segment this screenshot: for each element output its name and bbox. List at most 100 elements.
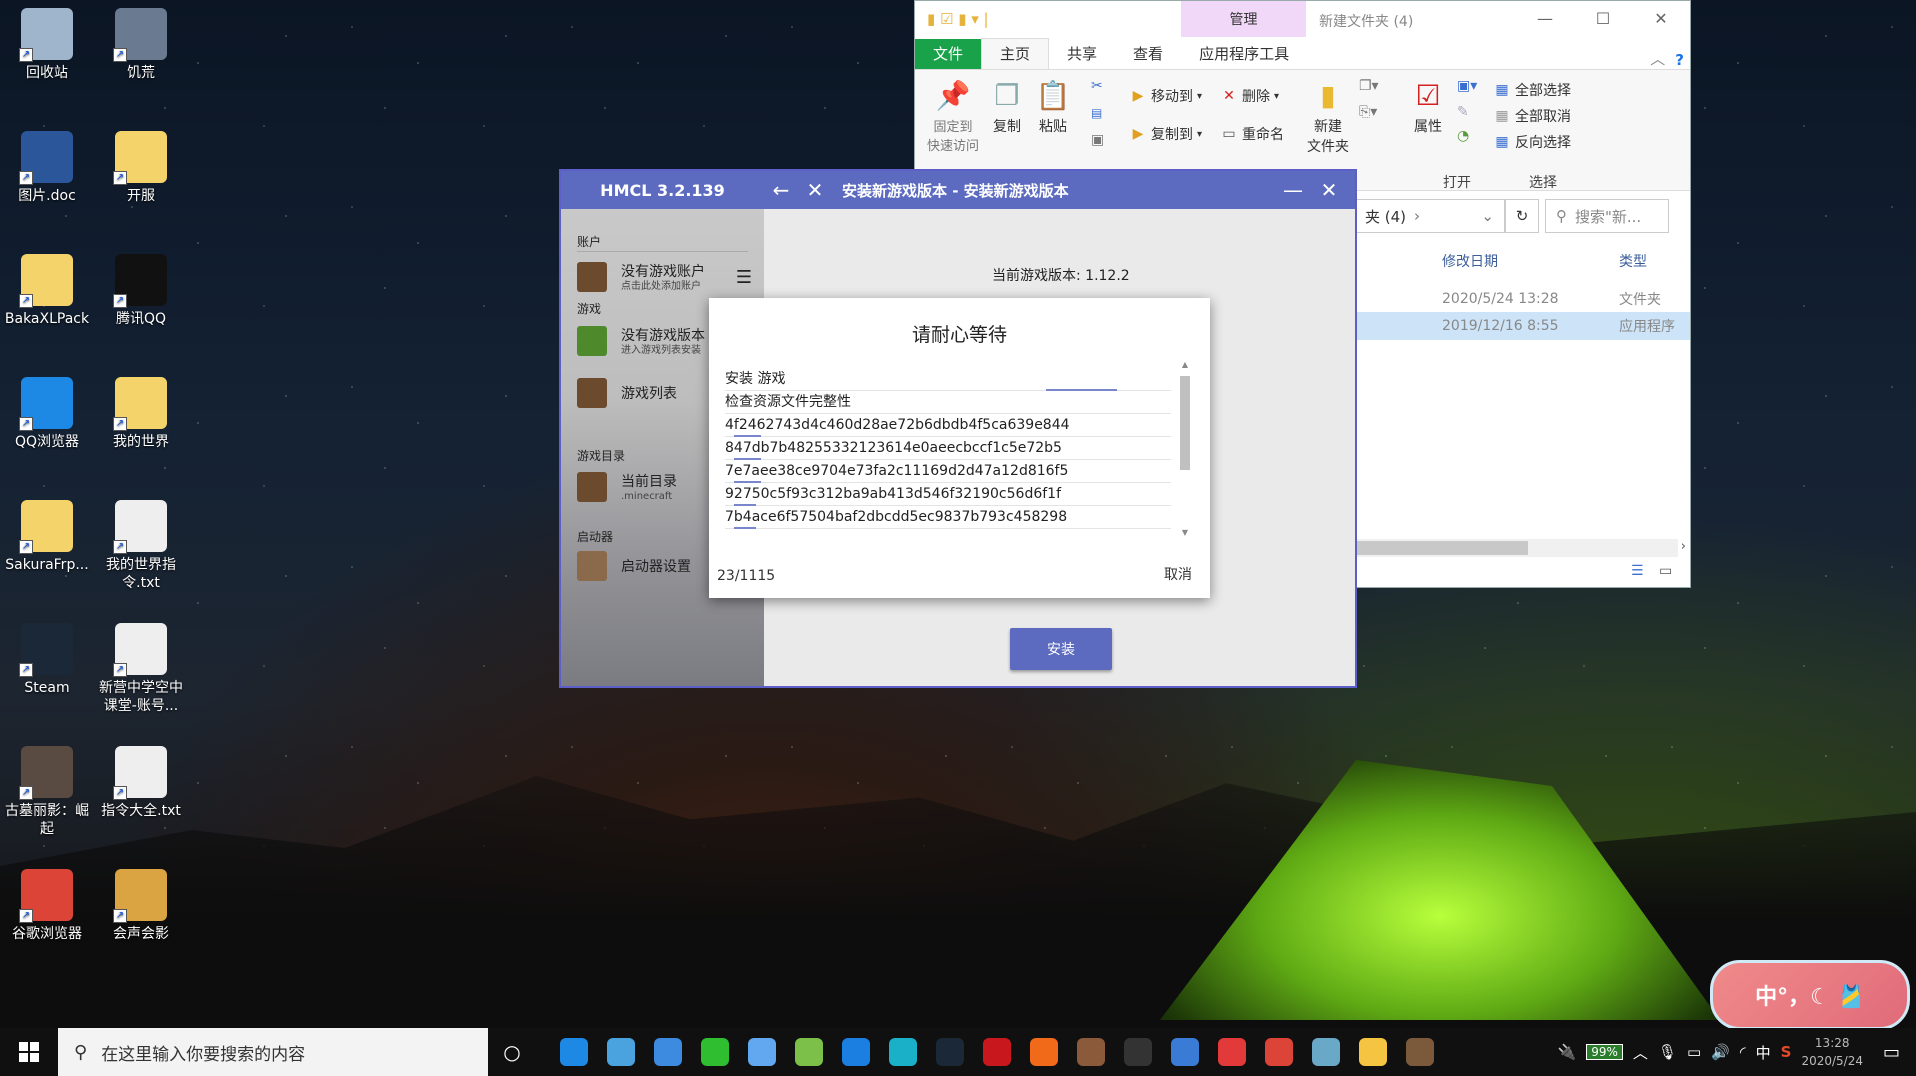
taskbar-app-kugou[interactable] bbox=[832, 1028, 879, 1076]
new-folder-button[interactable]: ▮ 新建 文件夹 bbox=[1303, 76, 1353, 156]
install-button[interactable]: 安装 bbox=[1010, 628, 1112, 670]
desktop-icon[interactable]: ↗ 谷歌浏览器 bbox=[0, 869, 94, 943]
tab-home[interactable]: 主页 bbox=[981, 38, 1050, 69]
task-list-scrollbar[interactable]: ▲ ▼ bbox=[1179, 360, 1191, 540]
taskbar-app-qq-browser[interactable] bbox=[550, 1028, 597, 1076]
cut-icon[interactable]: ✂ bbox=[1091, 78, 1103, 94]
close-button[interactable]: ✕ bbox=[1632, 1, 1690, 37]
move-to-button[interactable]: ▶ 移动到 ▾ bbox=[1129, 86, 1202, 106]
sidebar-item-game-list[interactable]: 游戏列表 bbox=[577, 378, 677, 408]
copy-button[interactable]: ❐ 复制 bbox=[987, 76, 1027, 136]
tab-file[interactable]: 文件 bbox=[915, 39, 982, 69]
plug-icon[interactable]: 🔌 bbox=[1558, 1043, 1577, 1061]
tab-share[interactable]: 共享 bbox=[1049, 39, 1115, 69]
new-item-icon[interactable]: ❐▾ bbox=[1359, 78, 1379, 94]
taskbar-app-disk[interactable] bbox=[1302, 1028, 1349, 1076]
desktop-icon[interactable]: ↗ 饥荒 bbox=[94, 8, 188, 82]
select-all-button[interactable]: ▦ 全部选择 bbox=[1493, 80, 1571, 100]
desktop-icon[interactable]: ↗ BakaXLPack bbox=[0, 254, 94, 328]
scroll-up-icon[interactable]: ▲ bbox=[1179, 360, 1191, 372]
delete-button[interactable]: ✕ 删除 ▾ bbox=[1220, 86, 1279, 106]
maximize-button[interactable]: ☐ bbox=[1574, 1, 1632, 37]
paste-button[interactable]: 📋 粘贴 bbox=[1033, 76, 1073, 136]
pin-quick-access-button[interactable]: 📌 固定到 快速访问 bbox=[923, 76, 983, 154]
select-none-button[interactable]: ▦ 全部取消 bbox=[1493, 106, 1571, 126]
back-arrow-icon[interactable]: ← bbox=[764, 178, 798, 202]
edit-icon[interactable]: ✎ bbox=[1457, 104, 1469, 120]
scrollbar-thumb[interactable] bbox=[1355, 541, 1528, 555]
notification-icon[interactable]: ▭ bbox=[1883, 1042, 1900, 1063]
desktop-icon[interactable]: ↗ SakuraFrp... bbox=[0, 500, 94, 574]
address-bar[interactable]: 夹 (4) › ⌄ bbox=[1355, 199, 1505, 233]
scroll-right-icon[interactable]: › bbox=[1681, 539, 1686, 554]
collapse-ribbon-icon[interactable]: ︿ bbox=[1650, 48, 1675, 69]
taskbar-app-steam[interactable] bbox=[926, 1028, 973, 1076]
thumbnail-view-icon[interactable]: ▭ bbox=[1659, 563, 1672, 579]
chevron-down-icon[interactable]: ⌄ bbox=[1481, 207, 1494, 225]
desktop-icon[interactable]: ↗ 腾讯QQ bbox=[94, 254, 188, 328]
ime-status-widget[interactable]: 中°，☾ 🎽 bbox=[1710, 960, 1910, 1030]
invert-selection-button[interactable]: ▦ 反向选择 bbox=[1493, 132, 1571, 152]
file-row[interactable]: 2020/5/24 13:28 文件夹 bbox=[1355, 285, 1690, 313]
taskbar-app-flash[interactable] bbox=[973, 1028, 1020, 1076]
taskbar-app-edge-like[interactable] bbox=[879, 1028, 926, 1076]
tab-app-tools[interactable]: 应用程序工具 bbox=[1181, 39, 1307, 69]
column-modified[interactable]: 修改日期 bbox=[1442, 251, 1498, 271]
history-icon[interactable]: ◔ bbox=[1457, 128, 1469, 144]
column-type[interactable]: 类型 bbox=[1619, 251, 1647, 271]
desktop-icon[interactable]: ↗ 开服 bbox=[94, 131, 188, 205]
minimize-button[interactable]: — bbox=[1275, 171, 1311, 209]
taskbar-app-chat[interactable] bbox=[597, 1028, 644, 1076]
details-view-icon[interactable]: ☰ bbox=[1631, 563, 1644, 579]
tab-view[interactable]: 查看 bbox=[1115, 39, 1181, 69]
battery-indicator[interactable]: 99% bbox=[1586, 1044, 1623, 1060]
sidebar-item-launcher-settings[interactable]: 启动器设置 bbox=[577, 551, 691, 581]
microphone-icon[interactable]: 🎙 bbox=[1658, 1043, 1677, 1061]
taskbar-app-minecraft[interactable] bbox=[1396, 1028, 1443, 1076]
taskbar-app-game-controller[interactable] bbox=[785, 1028, 832, 1076]
minimize-button[interactable]: — bbox=[1516, 1, 1574, 37]
sogou-icon[interactable]: S bbox=[1781, 1043, 1792, 1061]
paste-shortcut-icon[interactable]: ▣ bbox=[1091, 132, 1104, 148]
sidebar-item-account[interactable]: 没有游戏账户 点击此处添加账户 ☰ bbox=[577, 261, 752, 293]
taskbar-app-recorder[interactable] bbox=[1114, 1028, 1161, 1076]
account-list-icon[interactable]: ☰ bbox=[736, 267, 752, 288]
properties-button[interactable]: ☑ 属性 bbox=[1407, 76, 1449, 136]
open-icon[interactable]: ▣▾ bbox=[1457, 78, 1477, 94]
desktop-icon[interactable]: ↗ 会声会影 bbox=[94, 869, 188, 943]
taskbar-app-iqiyi[interactable] bbox=[691, 1028, 738, 1076]
cancel-button[interactable]: 取消 bbox=[1164, 564, 1192, 584]
taskbar-app-file-explorer[interactable] bbox=[1349, 1028, 1396, 1076]
desktop-icon[interactable]: ↗ QQ浏览器 bbox=[0, 377, 94, 451]
wifi-icon[interactable]: ◜ bbox=[1740, 1043, 1746, 1061]
clock[interactable]: 13:28 2020/5/24 bbox=[1801, 1034, 1863, 1070]
desktop-icon[interactable]: ↗ 回收站 bbox=[0, 8, 94, 82]
sidebar-item-current-dir[interactable]: 当前目录 .minecraft bbox=[577, 471, 677, 503]
scrollbar-thumb[interactable] bbox=[1180, 376, 1190, 470]
easy-access-icon[interactable]: ⎘▾ bbox=[1359, 104, 1377, 120]
taskbar-app-feather[interactable] bbox=[644, 1028, 691, 1076]
taskbar-search-box[interactable]: ⚲ 在这里输入你要搜索的内容 bbox=[58, 1028, 488, 1076]
ime-language-indicator[interactable]: 中 bbox=[1756, 1042, 1771, 1063]
close-page-icon[interactable]: ✕ bbox=[798, 178, 832, 202]
file-row[interactable]: 2019/12/16 8:55 应用程序 bbox=[1355, 312, 1690, 340]
taskbar-app-game-char[interactable] bbox=[1067, 1028, 1114, 1076]
refresh-button[interactable]: ↻ bbox=[1505, 199, 1539, 233]
horizontal-scrollbar[interactable] bbox=[1355, 539, 1678, 557]
desktop-icon[interactable]: ↗ Steam bbox=[0, 623, 94, 697]
rename-button[interactable]: ▭ 重命名 bbox=[1220, 124, 1284, 144]
taskbar-app-firefox[interactable] bbox=[1020, 1028, 1067, 1076]
start-button[interactable] bbox=[0, 1028, 58, 1076]
battery-icon[interactable]: ▭ bbox=[1687, 1043, 1701, 1061]
cortana-icon[interactable]: ○ bbox=[488, 1040, 536, 1064]
sidebar-item-version[interactable]: 没有游戏版本 进入游戏列表安装 bbox=[577, 325, 705, 357]
close-button[interactable]: ✕ bbox=[1311, 171, 1347, 209]
desktop-icon[interactable]: ↗ 古墓丽影：崛起 bbox=[0, 746, 94, 838]
desktop-icon[interactable]: ↗ 图片.doc bbox=[0, 131, 94, 205]
taskbar-app-netease-music[interactable] bbox=[1208, 1028, 1255, 1076]
tab-manage[interactable]: 管理 bbox=[1181, 1, 1306, 37]
chevron-up-icon[interactable]: ︿ bbox=[1633, 1042, 1648, 1063]
search-box[interactable]: ⚲ 搜索"新... bbox=[1545, 199, 1669, 233]
copy-path-icon[interactable]: ▤ bbox=[1091, 106, 1102, 120]
desktop-icon[interactable]: ↗ 我的世界 bbox=[94, 377, 188, 451]
